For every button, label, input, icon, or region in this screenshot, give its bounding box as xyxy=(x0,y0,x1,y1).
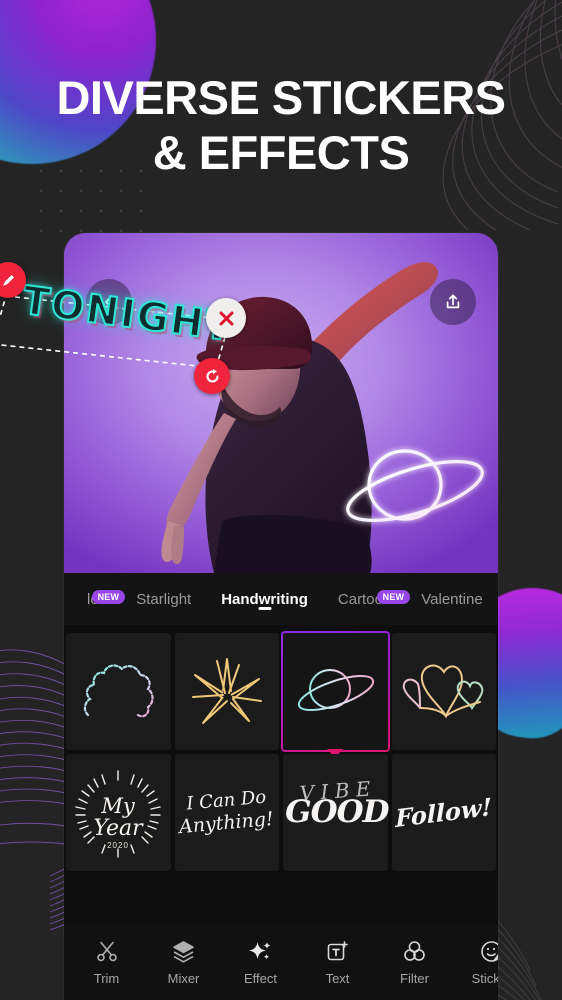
sticker-my-year-2020[interactable]: My Year 2020 xyxy=(66,754,171,871)
svg-text:Year: Year xyxy=(94,816,145,841)
headline-line-1: DIVERSE STICKERS xyxy=(56,71,506,124)
rotate-ccw-icon xyxy=(205,368,219,383)
applied-planet-sticker[interactable] xyxy=(333,433,493,543)
planet-ring-icon xyxy=(298,668,375,711)
tool-label: Sticker xyxy=(471,971,498,986)
sticker-rotate-handle[interactable] xyxy=(194,358,230,394)
tool-filter[interactable]: Filter xyxy=(376,938,453,986)
editor-toolbar[interactable]: Trim Mixer Effect Text Filter Stick xyxy=(64,924,498,1000)
new-badge: NEW xyxy=(91,589,126,604)
svg-text:2020: 2020 xyxy=(107,841,129,850)
sticker-starburst[interactable] xyxy=(174,633,279,750)
text-add-icon xyxy=(325,938,350,964)
tool-label: Mixer xyxy=(167,971,200,986)
tab-label: Handwriting xyxy=(221,590,308,608)
good-text: V I B E GOOD xyxy=(285,776,389,830)
follow-text: Follow! xyxy=(395,791,493,833)
headline-line-2: & EFFECTS xyxy=(152,126,410,180)
sticker-hearts[interactable] xyxy=(391,633,496,750)
svg-text:My: My xyxy=(101,794,137,818)
sticker-i-can-do-anything[interactable]: I Can Do Anything! xyxy=(174,754,279,871)
tab-handwriting[interactable]: Handwriting xyxy=(206,591,323,608)
sticker-category-tabs[interactable]: les NEW Starlight Handwriting Cartoon NE… xyxy=(64,573,498,625)
sticker-grid: My Year 2020 I Can Do Anything! V I B E … xyxy=(64,625,498,873)
close-x-icon xyxy=(219,311,233,325)
tab-valentine[interactable]: Valentine xyxy=(406,591,497,608)
page-headline: DIVERSE STICKERS & EFFECTS xyxy=(0,70,562,181)
sticker-row-2: My Year 2020 I Can Do Anything! V I B E … xyxy=(64,752,498,873)
tool-label: Effect xyxy=(243,971,277,986)
tool-text[interactable]: Text xyxy=(299,938,376,986)
tool-label: Filter xyxy=(400,971,429,986)
sticker-good[interactable]: V I B E GOOD xyxy=(283,754,389,871)
sparkle-icon xyxy=(248,938,273,964)
tab-label: Starlight xyxy=(136,590,192,608)
tab-starlight[interactable]: Starlight xyxy=(121,591,206,608)
layers-icon xyxy=(171,938,196,964)
tool-label: Text xyxy=(325,971,350,986)
starburst-icon xyxy=(191,657,262,724)
hearts-icon xyxy=(402,664,484,718)
sticker-follow[interactable]: Follow! xyxy=(391,754,496,871)
share-button[interactable] xyxy=(430,279,476,325)
tab-les[interactable]: les NEW xyxy=(72,589,126,608)
scissors-icon xyxy=(95,938,119,964)
tool-label: Trim xyxy=(93,971,120,986)
pencil-icon xyxy=(2,274,14,286)
share-upload-icon xyxy=(446,294,460,309)
i-can-do-anything-text: I Can Do Anything! xyxy=(178,786,275,839)
tool-mixer[interactable]: Mixer xyxy=(145,938,222,986)
cloud-doodle-icon xyxy=(84,663,154,717)
sticker-delete-handle[interactable] xyxy=(206,298,246,338)
tab-cartoon[interactable]: Cartoon NEW xyxy=(323,589,411,608)
tool-effect[interactable]: Effect xyxy=(222,938,299,986)
sticker-planet[interactable] xyxy=(283,633,388,750)
tab-label: Valentine xyxy=(421,590,483,608)
sticker-row-1 xyxy=(64,631,498,752)
smiley-sticker-icon xyxy=(479,938,498,964)
new-badge: NEW xyxy=(376,589,411,604)
tool-trim[interactable]: Trim xyxy=(68,938,145,986)
three-circles-icon xyxy=(402,938,427,964)
tool-sticker[interactable]: Sticker xyxy=(453,938,498,986)
my-year-2020-icon: My Year 2020 xyxy=(75,769,161,858)
sticker-cloud-doodle[interactable] xyxy=(66,633,171,750)
text-sticker-selection[interactable]: TONIGHT xyxy=(0,262,258,394)
